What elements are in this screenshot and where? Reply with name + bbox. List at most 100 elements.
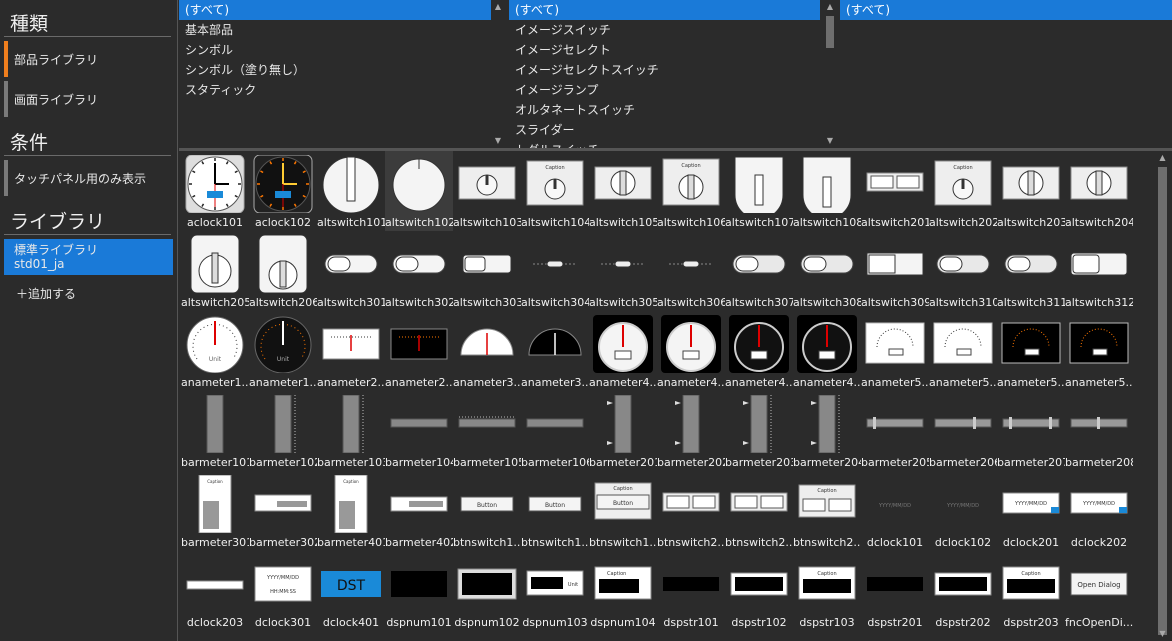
part-altswitch305[interactable]: altswitch305 [589,231,657,311]
sidebar-item-std-library[interactable]: 標準ライブラリ std01_ja [4,239,173,275]
part-barmeter205[interactable]: barmeter205 [861,391,929,471]
part-btnswitch2[interactable]: btnswitch2... [657,471,725,551]
list-item[interactable]: (すべて) [509,0,820,20]
category-list[interactable]: (すべて) 基本部品 シンボル シンボル（塗り無し） スタティック [179,0,491,148]
category-list-scrollbar[interactable]: ▲ ▼ [491,0,505,148]
part-btnswitch1[interactable]: Button btnswitch1... [521,471,589,551]
part-altswitch106[interactable]: Caption altswitch106 [657,151,725,231]
type-list-scrollbar[interactable]: ▲ ▼ [823,0,837,148]
part-altswitch108[interactable]: altswitch108 [793,151,861,231]
part-anameter5[interactable]: anameter5... [929,311,997,391]
part-barmeter104[interactable]: barmeter104 [385,391,453,471]
part-altswitch309[interactable]: altswitch309 [861,231,929,311]
list-item[interactable]: オルタネートスイッチ [509,100,820,120]
part-barmeter203[interactable]: barmeter203 [725,391,793,471]
scroll-up-icon[interactable]: ▲ [1153,151,1172,165]
part-anameter3[interactable]: anameter3... [521,311,589,391]
part-anameter1[interactable]: Unit anameter1... [249,311,317,391]
part-barmeter202[interactable]: barmeter202 [657,391,725,471]
part-dclock101[interactable]: YYYY/MM/DD dclock101 [861,471,929,551]
part-altswitch103[interactable]: altswitch103 [453,151,521,231]
part-fncOpenDi[interactable]: Open Dialog fncOpenDi... [1065,551,1133,631]
type-list[interactable]: (すべて) イメージスイッチ イメージセレクト イメージセレクトスイッチ イメージランプ… [509,0,820,148]
part-dspnum103[interactable]: Unit dspnum103 [521,551,589,631]
scroll-down-icon[interactable]: ▼ [1153,627,1172,641]
part-anameter2[interactable]: anameter2... [385,311,453,391]
part-altswitch205[interactable]: altswitch205 [181,231,249,311]
part-btnswitch2[interactable]: btnswitch2... [725,471,793,551]
part-altswitch107[interactable]: altswitch107 [725,151,793,231]
part-anameter3[interactable]: anameter3... [453,311,521,391]
part-dspstr203[interactable]: Caption dspstr203 [997,551,1065,631]
part-altswitch304[interactable]: altswitch304 [521,231,589,311]
part-anameter5[interactable]: anameter5... [861,311,929,391]
scroll-thumb[interactable] [826,16,834,48]
part-anameter5[interactable]: anameter5... [1065,311,1133,391]
part-btnswitch2[interactable]: Caption btnswitch2... [793,471,861,551]
part-altswitch303[interactable]: altswitch303 [453,231,521,311]
part-altswitch203[interactable]: altswitch203 [997,151,1065,231]
part-altswitch311[interactable]: altswitch311 [997,231,1065,311]
list-item[interactable]: イメージランプ [509,80,820,100]
grid-scrollbar[interactable]: ▲ ▼ [1153,151,1172,641]
scroll-up-icon[interactable]: ▲ [823,0,837,14]
subtype-list[interactable]: (すべて) [840,0,1172,148]
list-item[interactable]: トグルスイッチ [509,140,820,148]
part-dspstr202[interactable]: dspstr202 [929,551,997,631]
add-library-button[interactable]: ＋追加する [0,275,177,302]
part-dclock203[interactable]: dclock203 [181,551,249,631]
part-anameter5[interactable]: anameter5... [997,311,1065,391]
list-item[interactable]: イメージスイッチ [509,20,820,40]
part-altswitch302[interactable]: altswitch302 [385,231,453,311]
part-aclock102[interactable]: aclock102 [249,151,317,231]
scroll-down-icon[interactable]: ▼ [823,134,837,148]
sidebar-item-touchpanel-only[interactable]: タッチパネル用のみ表示 [4,160,173,196]
part-altswitch310[interactable]: altswitch310 [929,231,997,311]
list-item[interactable]: (すべて) [179,0,491,20]
sidebar-item-screen-library[interactable]: 画面ライブラリ [4,81,173,117]
part-altswitch206[interactable]: altswitch206 [249,231,317,311]
part-altswitch312[interactable]: altswitch312 [1065,231,1133,311]
part-altswitch104[interactable]: Caption altswitch104 [521,151,589,231]
part-barmeter208[interactable]: barmeter208 [1065,391,1133,471]
part-dspstr201[interactable]: dspstr201 [861,551,929,631]
part-dclock102[interactable]: YYYY/MM/DD dclock102 [929,471,997,551]
part-altswitch201[interactable]: altswitch201 [861,151,929,231]
part-btnswitch1[interactable]: Caption Button btnswitch1... [589,471,657,551]
part-altswitch101[interactable]: altswitch101 [317,151,385,231]
part-dclock301[interactable]: YYYY/MM/DD HH:MM:SS dclock301 [249,551,317,631]
part-altswitch307[interactable]: altswitch307 [725,231,793,311]
part-altswitch301[interactable]: altswitch301 [317,231,385,311]
part-aclock101[interactable]: aclock101 [181,151,249,231]
part-barmeter103[interactable]: barmeter103 [317,391,385,471]
part-anameter2[interactable]: anameter2... [317,311,385,391]
part-anameter1[interactable]: Unit anameter1... [181,311,249,391]
part-dspstr103[interactable]: Caption dspstr103 [793,551,861,631]
part-dspnum104[interactable]: Caption dspnum104 [589,551,657,631]
scroll-up-icon[interactable]: ▲ [491,0,505,14]
list-item[interactable]: スライダー [509,120,820,140]
part-dspnum101[interactable]: dspnum101 [385,551,453,631]
scroll-thumb[interactable] [1158,167,1167,635]
list-item[interactable]: イメージセレクトスイッチ [509,60,820,80]
part-altswitch204[interactable]: altswitch204 [1065,151,1133,231]
part-dclock202[interactable]: YYYY/MM/DD dclock202 [1065,471,1133,551]
list-item[interactable]: スタティック [179,80,491,100]
part-altswitch306[interactable]: altswitch306 [657,231,725,311]
list-item[interactable]: シンボル（塗り無し） [179,60,491,80]
part-barmeter301[interactable]: Caption barmeter301 [181,471,249,551]
part-barmeter102[interactable]: barmeter102 [249,391,317,471]
part-barmeter207[interactable]: barmeter207 [997,391,1065,471]
part-dspstr101[interactable]: dspstr101 [657,551,725,631]
part-dspstr102[interactable]: dspstr102 [725,551,793,631]
part-dclock201[interactable]: YYYY/MM/DD dclock201 [997,471,1065,551]
part-barmeter402[interactable]: barmeter402 [385,471,453,551]
part-anameter4[interactable]: anameter4... [589,311,657,391]
part-barmeter206[interactable]: barmeter206 [929,391,997,471]
part-barmeter302[interactable]: barmeter302 [249,471,317,551]
sidebar-item-parts-library[interactable]: 部品ライブラリ [4,41,173,77]
list-item[interactable]: 基本部品 [179,20,491,40]
part-anameter4[interactable]: anameter4... [793,311,861,391]
part-barmeter201[interactable]: barmeter201 [589,391,657,471]
part-barmeter204[interactable]: barmeter204 [793,391,861,471]
